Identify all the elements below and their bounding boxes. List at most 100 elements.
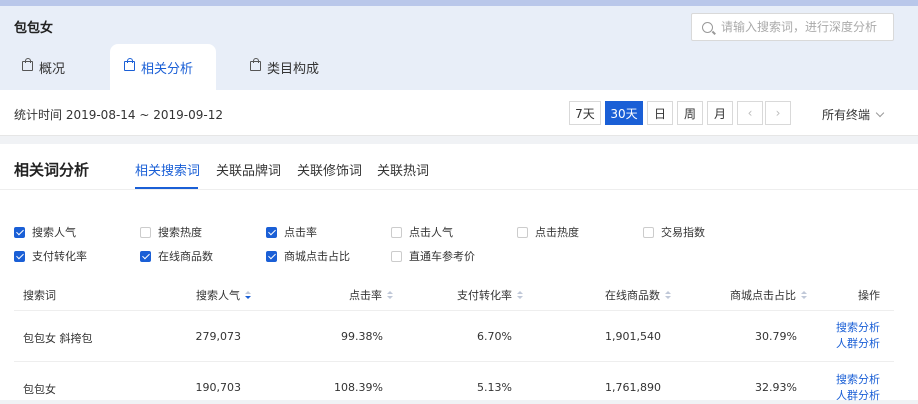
panel-title: 相关词分析 <box>14 161 90 179</box>
range-day-button[interactable]: 日 <box>647 101 673 125</box>
next-period-button[interactable]: › <box>765 101 791 125</box>
divider <box>0 189 918 190</box>
metric-checkbox[interactable]: 点击率 <box>266 224 317 240</box>
sort-icon <box>245 291 251 300</box>
cell-items: 1,761,890 <box>605 381 661 394</box>
metric-label: 直通车参考价 <box>409 250 475 263</box>
cell-popularity: 279,073 <box>195 330 242 343</box>
checkbox-icon <box>14 226 25 238</box>
checkbox-icon <box>391 250 402 262</box>
subtab-hot-words[interactable]: 关联热词 <box>377 160 429 179</box>
stat-time-range: 统计时间 2019-08-14 ~ 2019-09-12 <box>14 108 223 122</box>
sort-icon <box>517 291 523 300</box>
range-week-button[interactable]: 周 <box>677 101 703 125</box>
metric-checkbox[interactable]: 点击热度 <box>517 224 579 240</box>
range-7d-button[interactable]: 7天 <box>569 101 601 125</box>
checkbox-icon <box>140 226 151 238</box>
tab-label: 相关分析 <box>141 61 194 77</box>
chevron-down-icon <box>875 108 885 118</box>
sort-icon <box>801 291 807 300</box>
main-tabs: 概况 相关分析 类目构成 <box>0 44 918 90</box>
metric-label: 点击热度 <box>535 226 579 239</box>
metric-checkbox[interactable]: 商城点击占比 <box>266 248 350 264</box>
metric-checkbox[interactable]: 交易指数 <box>643 224 705 240</box>
column-header-ctr[interactable]: 点击率 <box>349 287 393 303</box>
cell-mall-share: 32.93% <box>755 381 797 394</box>
cell-conversion: 6.70% <box>477 330 512 343</box>
column-header-label: 搜索人气 <box>196 289 240 302</box>
metric-checkbox[interactable]: 在线商品数 <box>140 248 213 264</box>
bag-icon <box>250 58 261 71</box>
checkbox-icon <box>266 250 277 262</box>
column-header-label: 在线商品数 <box>605 289 660 302</box>
metric-label: 搜索热度 <box>158 226 202 239</box>
cell-popularity: 190,703 <box>195 381 242 394</box>
cell-actions: 搜索分析 人群分析 <box>836 372 880 404</box>
range-month-button[interactable]: 月 <box>707 101 733 125</box>
column-header-label: 商城点击占比 <box>730 289 796 302</box>
related-words-panel: 相关词分析 相关搜索词 关联品牌词 关联修饰词 关联热词 搜索人气 搜索热度 点… <box>0 144 918 402</box>
column-header-items[interactable]: 在线商品数 <box>605 287 671 303</box>
column-header-popularity[interactable]: 搜索人气 <box>196 287 251 303</box>
cell-ctr: 99.38% <box>341 330 383 343</box>
column-header-conversion[interactable]: 支付转化率 <box>457 287 523 303</box>
checkbox-icon <box>14 250 25 262</box>
cell-items: 1,901,540 <box>605 330 661 343</box>
cell-term: 包包女 <box>23 383 56 396</box>
cell-conversion: 5.13% <box>477 381 512 394</box>
metric-label: 商城点击占比 <box>284 250 350 263</box>
column-header-label: 支付转化率 <box>457 289 512 302</box>
cell-mall-share: 30.79% <box>755 330 797 343</box>
prev-period-button[interactable]: ‹ <box>737 101 763 125</box>
tab-related-analysis[interactable]: 相关分析 <box>124 44 193 90</box>
sort-icon <box>665 291 671 300</box>
crowd-analysis-link[interactable]: 人群分析 <box>836 336 880 352</box>
subtab-related-search[interactable]: 相关搜索词 <box>135 160 200 179</box>
metric-checkbox[interactable]: 直通车参考价 <box>391 248 475 264</box>
active-subtab-indicator <box>135 187 198 189</box>
row-divider <box>14 361 894 362</box>
search-input[interactable] <box>721 20 881 34</box>
terminal-select[interactable]: 所有终端 <box>822 106 885 123</box>
column-header-label: 点击率 <box>349 289 382 302</box>
search-icon <box>702 21 713 33</box>
subtab-brand-words[interactable]: 关联品牌词 <box>216 160 281 179</box>
metric-label: 点击人气 <box>409 226 453 239</box>
search-analysis-link[interactable]: 搜索分析 <box>836 372 880 388</box>
metric-label: 搜索人气 <box>32 226 76 239</box>
search-box[interactable] <box>691 13 894 41</box>
cell-ctr: 108.39% <box>334 381 383 394</box>
search-analysis-link[interactable]: 搜索分析 <box>836 320 880 336</box>
tab-overview[interactable]: 概况 <box>22 44 65 90</box>
chevron-right-icon: › <box>775 106 781 120</box>
metric-checkbox[interactable]: 搜索热度 <box>140 224 202 240</box>
metric-checkbox[interactable]: 点击人气 <box>391 224 453 240</box>
metric-checkbox[interactable]: 支付转化率 <box>14 248 87 264</box>
bag-icon <box>124 58 135 71</box>
sort-icon <box>387 291 393 300</box>
checkbox-icon <box>517 226 528 238</box>
column-header-term: 搜索词 <box>23 289 56 302</box>
tab-label: 类目构成 <box>267 61 320 77</box>
checkbox-icon <box>140 250 151 262</box>
cell-term: 包包女 斜挎包 <box>23 332 93 345</box>
checkbox-icon <box>643 226 654 238</box>
chevron-left-icon: ‹ <box>747 106 753 120</box>
metric-label: 点击率 <box>284 226 317 239</box>
tab-label: 概况 <box>39 61 66 77</box>
checkbox-icon <box>266 226 277 238</box>
column-header-mall-share[interactable]: 商城点击占比 <box>730 287 807 303</box>
tab-category[interactable]: 类目构成 <box>250 44 319 90</box>
checkbox-icon <box>391 226 402 238</box>
metric-label: 交易指数 <box>661 226 705 239</box>
date-filter-bar: 统计时间 2019-08-14 ~ 2019-09-12 7天 30天 日 周 … <box>0 90 918 136</box>
subtab-modifier-words[interactable]: 关联修饰词 <box>297 160 362 179</box>
range-30d-button[interactable]: 30天 <box>605 101 643 125</box>
terminal-select-value: 所有终端 <box>822 108 871 122</box>
row-divider <box>14 310 894 311</box>
crowd-analysis-link[interactable]: 人群分析 <box>836 388 880 404</box>
metric-checkbox[interactable]: 搜索人气 <box>14 224 76 240</box>
section-gap <box>0 136 918 144</box>
keyword-title: 包包女 <box>14 21 54 36</box>
metric-label: 支付转化率 <box>32 250 87 263</box>
